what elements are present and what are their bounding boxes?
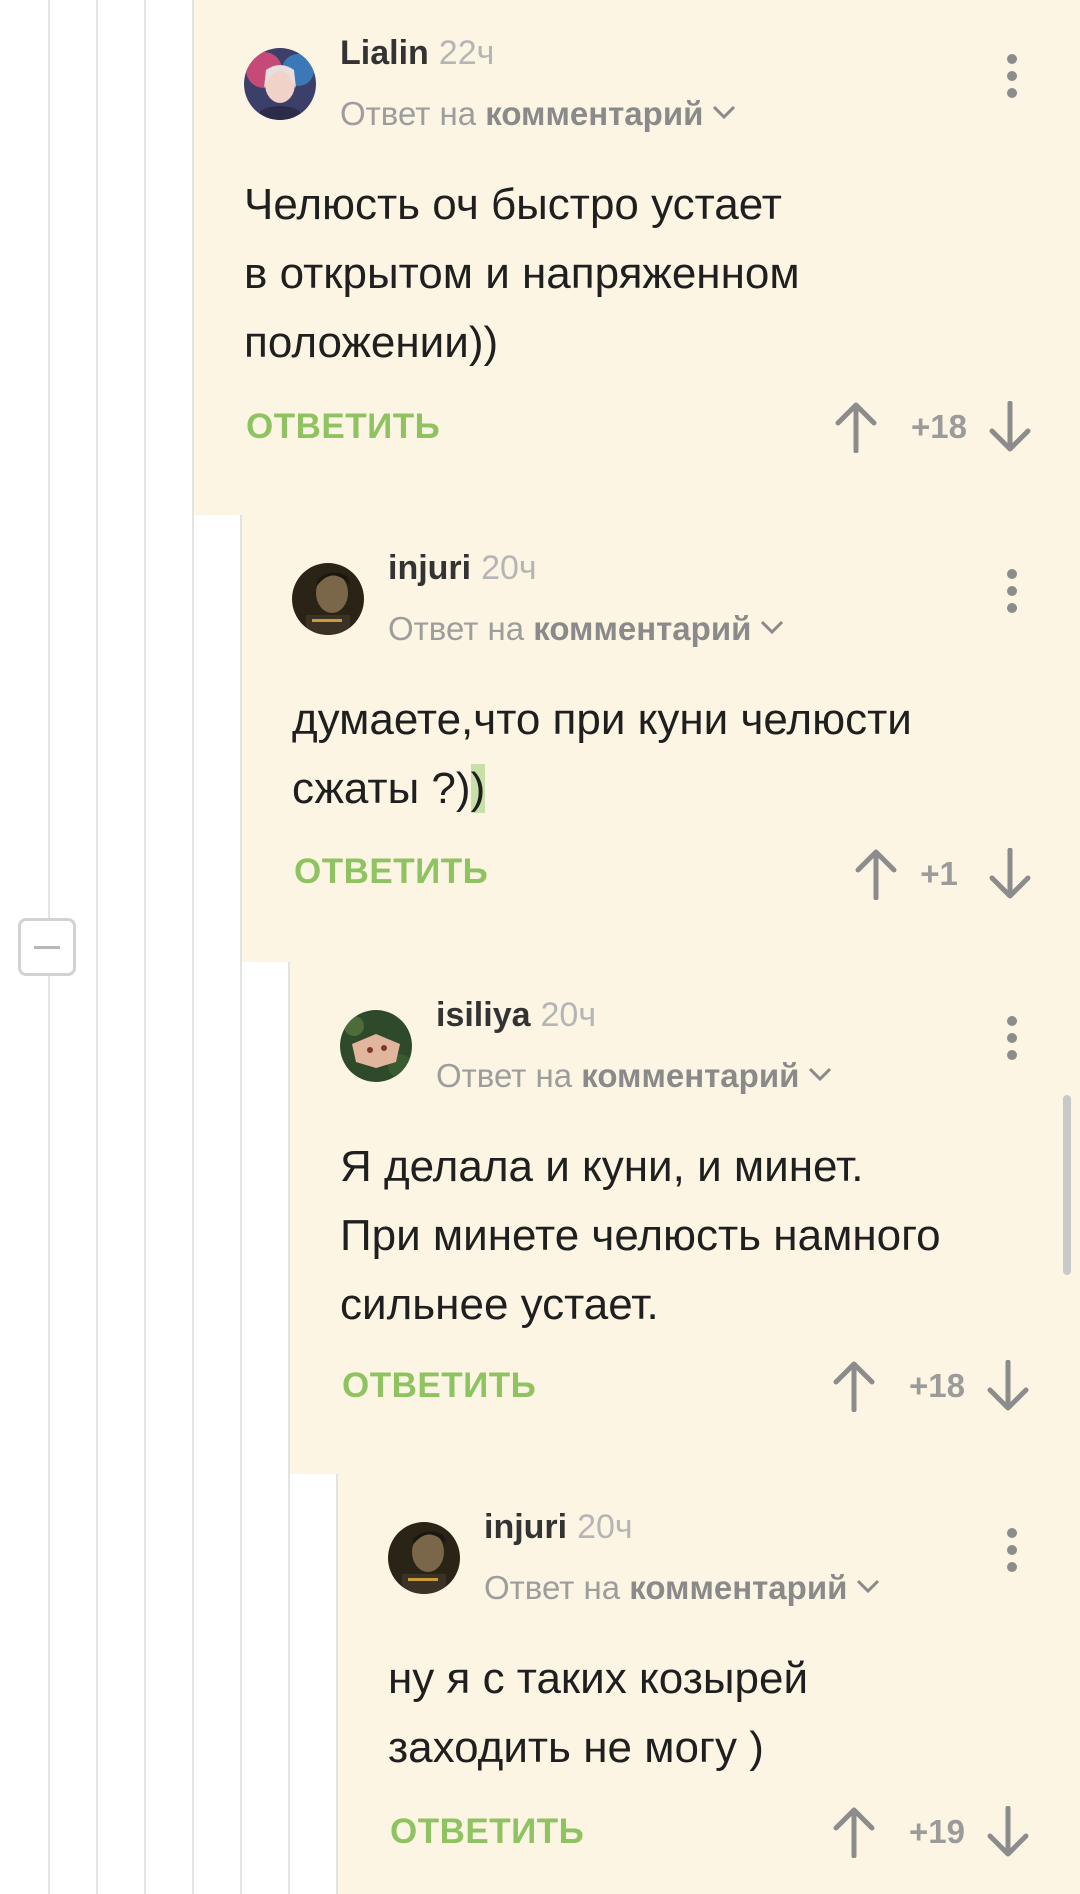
comment-time: 20ч xyxy=(577,1508,633,1546)
reply-to: Ответ на комментарий xyxy=(484,1569,881,1607)
arrow-down-icon[interactable] xyxy=(988,401,1032,453)
comment-rating: +19 xyxy=(909,1813,965,1850)
author-label: Lialin xyxy=(340,34,429,72)
comment: Lialin 22ч Ответ на комментарий Челюсть о… xyxy=(194,0,1080,515)
reply-button[interactable]: ОТВЕТИТЬ xyxy=(390,1812,584,1852)
author-name[interactable]: Lialin 22ч xyxy=(340,34,494,73)
arrow-up-icon[interactable] xyxy=(832,1360,876,1412)
reply-to: Ответ на комментарий xyxy=(388,610,785,648)
comment-line: ну я с таких козырей xyxy=(388,1654,809,1703)
author-label: injuri xyxy=(484,1508,568,1546)
author-name[interactable]: isiliya 20ч xyxy=(436,996,596,1035)
reply-button[interactable]: ОТВЕТИТЬ xyxy=(294,852,488,892)
reply-to: Ответ на комментарий xyxy=(436,1057,833,1095)
comment-text: Я делала и куни, и минет. При минете чел… xyxy=(340,1132,941,1339)
comment-line: заходить не могу ) xyxy=(388,1723,764,1772)
reply-prefix: Ответ на xyxy=(340,95,477,132)
comment-text: думаете,что при куни челюсти сжаты ?)) xyxy=(292,685,912,823)
thread-line xyxy=(96,0,98,1894)
comment-line: При минете челюсть намного xyxy=(340,1211,941,1260)
comment-time: 22ч xyxy=(438,34,495,72)
reply-prefix: Ответ на xyxy=(484,1569,621,1606)
parent-comment-link[interactable]: комментарий xyxy=(581,1057,799,1094)
parent-comment-link[interactable]: комментарий xyxy=(485,95,703,132)
comment-time: 20ч xyxy=(540,996,597,1034)
comment-line: думаете,что при куни челюсти xyxy=(292,695,912,744)
minus-square-icon xyxy=(34,946,60,949)
collapse-thread-button[interactable] xyxy=(18,918,76,976)
comment-line-text: сжаты ?) xyxy=(292,764,471,813)
chevron-down-icon[interactable] xyxy=(759,619,785,635)
text-selection-highlight: ) xyxy=(470,764,486,813)
chevron-down-icon[interactable] xyxy=(711,104,737,120)
comment-time: 20ч xyxy=(481,549,537,587)
more-vertical-icon[interactable] xyxy=(1004,569,1020,619)
author-name[interactable]: injuri 20ч xyxy=(388,549,537,588)
thread-line xyxy=(144,0,146,1894)
comment-line: сильнее устает. xyxy=(340,1280,659,1329)
comment-line: Я делала и куни, и минет. xyxy=(340,1142,864,1191)
comment-text: Челюсть оч быстро устает в открытом и на… xyxy=(244,170,800,377)
arrow-down-icon[interactable] xyxy=(986,1360,1030,1412)
reply-prefix: Ответ на xyxy=(388,610,525,647)
comment-rating: +1 xyxy=(920,855,958,892)
scrollbar[interactable] xyxy=(1063,1095,1071,1275)
arrow-down-icon[interactable] xyxy=(986,1806,1030,1858)
avatar[interactable] xyxy=(244,48,316,120)
arrow-up-icon[interactable] xyxy=(832,1806,876,1858)
comment-rating: +18 xyxy=(909,1367,965,1404)
comments-screen: Lialin 22ч Ответ на комментарий Челюсть о… xyxy=(0,0,1080,1894)
comment-text: ну я с таких козырей заходить не могу ) xyxy=(388,1644,808,1782)
comment-line: в открытом и напряженном xyxy=(244,249,800,298)
comment: isiliya 20ч Ответ на комментарий Я делала… xyxy=(290,962,1080,1474)
reply-to: Ответ на комментарий xyxy=(340,95,737,133)
avatar[interactable] xyxy=(292,563,364,635)
chevron-down-icon[interactable] xyxy=(807,1066,833,1082)
author-label: injuri xyxy=(388,549,472,587)
chevron-down-icon[interactable] xyxy=(855,1578,881,1594)
arrow-down-icon[interactable] xyxy=(988,848,1032,900)
reply-button[interactable]: ОТВЕТИТЬ xyxy=(342,1366,536,1406)
author-name[interactable]: injuri 20ч xyxy=(484,1508,633,1547)
avatar[interactable] xyxy=(388,1522,460,1594)
comment-line: Челюсть оч быстро устает xyxy=(244,180,782,229)
arrow-up-icon[interactable] xyxy=(854,848,898,900)
avatar[interactable] xyxy=(340,1010,412,1082)
arrow-up-icon[interactable] xyxy=(834,401,878,453)
parent-comment-link[interactable]: комментарий xyxy=(533,610,751,647)
reply-prefix: Ответ на xyxy=(436,1057,573,1094)
more-vertical-icon[interactable] xyxy=(1004,54,1020,104)
parent-comment-link[interactable]: комментарий xyxy=(629,1569,847,1606)
comment: injuri 20ч Ответ на комментарий ну я с та… xyxy=(338,1474,1080,1894)
more-vertical-icon[interactable] xyxy=(1004,1528,1020,1578)
reply-button[interactable]: ОТВЕТИТЬ xyxy=(246,407,440,447)
comment-rating: +18 xyxy=(911,408,967,445)
comment: injuri 20ч Ответ на комментарий думаете,ч… xyxy=(242,515,1080,962)
comment-line: положении)) xyxy=(244,318,499,367)
more-vertical-icon[interactable] xyxy=(1004,1016,1020,1066)
author-label: isiliya xyxy=(436,996,531,1034)
comment-line: сжаты ?)) xyxy=(292,754,912,823)
